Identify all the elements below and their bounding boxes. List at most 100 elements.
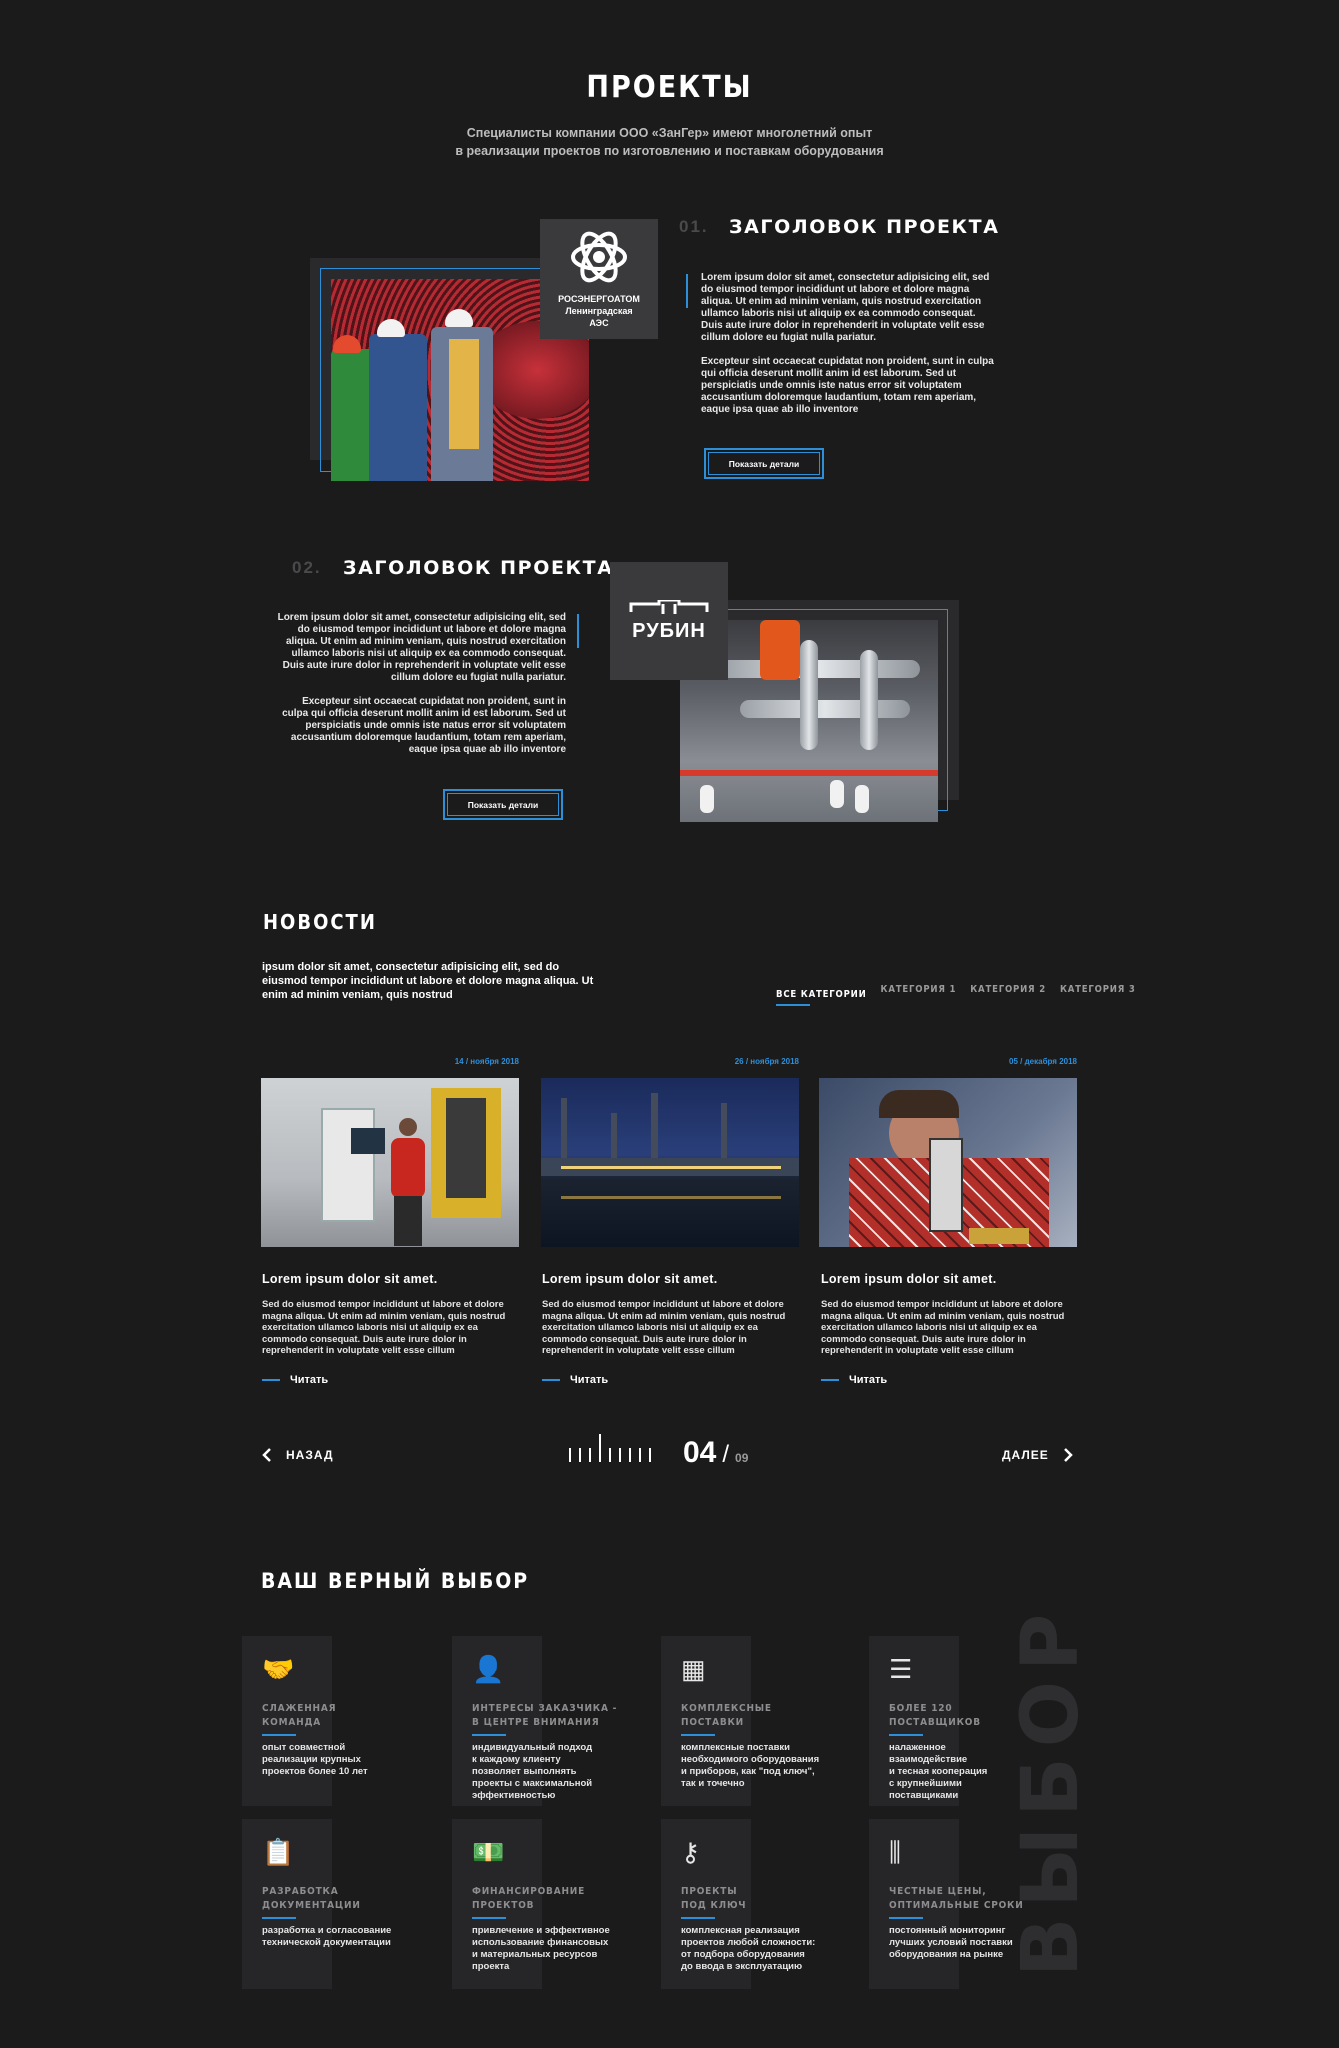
news-card-3-read-label: Читать [849,1374,888,1386]
project-2-description: Lorem ipsum dolor sit amet, consectetur … [274,612,566,768]
feature-description-line: разработка и согласование [262,1925,392,1936]
features-side-word: ВЫБОР [1006,1603,1096,1977]
feature-description-line: необходимого оборудования [681,1754,820,1765]
feature-accent-line [681,1734,715,1736]
projects-subtitle-line2: в реализации проектов по изготовлению и … [455,144,884,158]
feature-description-line: и тесная кооперация [889,1766,988,1777]
news-card-3-text: Sed do eiusmod tempor incididunt ut labo… [821,1299,1065,1356]
features-title: ВАШ ВЕРНЫЙ ВЫБОР [261,1569,530,1593]
feature-description-line: индивидуальный подход [472,1742,593,1753]
pager-prev-button[interactable]: НАЗАД [262,1447,334,1463]
feature-title-line1: ПРОЕКТЫ [681,1886,738,1897]
feature-description-line: проектов более 10 лет [262,1766,368,1777]
feature-title: ЧЕСТНЫЕ ЦЕНЫ, ОПТИМАЛЬНЫЕ СРОКИ [889,1885,1024,1913]
key-icon: ⚷ [681,1837,701,1867]
feature-description-line: постоянный мониторинг [889,1925,1006,1936]
feature-title: РАЗРАБОТКА ДОКУМЕНТАЦИИ [262,1885,361,1913]
feature-title-line2: ПОД КЛЮЧ [681,1900,747,1911]
tab-category-2[interactable]: КАТЕГОРИЯ 2 [970,984,1046,1002]
project-2-logo: РУБИН [610,562,728,680]
news-card-3-image[interactable] [819,1078,1077,1247]
feature-title: БОЛЕЕ 120 ПОСТАВЩИКОВ [889,1702,981,1730]
feature-title: КОМПЛЕКСНЫЕ ПОСТАВКИ [681,1702,772,1730]
feature-accent-line [262,1917,296,1919]
rubin-logo-icon [629,599,709,614]
project-2-para1: Lorem ipsum dolor sit amet, consectetur … [277,612,566,683]
feature-description: комплексные поставки необходимого оборудо… [681,1742,819,1790]
tab-category-3[interactable]: КАТЕГОРИЯ 3 [1060,984,1136,1002]
feature-description-line: поставщиками [889,1790,959,1801]
feature-accent-line [889,1734,923,1736]
news-card-3-read-link[interactable]: Читать [821,1374,887,1386]
news-card-1-image[interactable] [261,1078,519,1247]
feature-description-line: до ввода в эксплуатацию [681,1961,803,1972]
news-card-2-title[interactable]: Lorem ipsum dolor sit amet. [542,1272,718,1286]
tab-category-1[interactable]: КАТЕГОРИЯ 1 [881,984,957,1002]
projects-subtitle: Специалисты компании ООО «ЗанГер» имеют … [0,124,1339,160]
chevron-right-icon [1063,1448,1073,1462]
project-1-para2: Excepteur sint occaecat cupidatat non pr… [701,356,994,415]
pager-next-button[interactable]: ДАЛЕЕ [1002,1447,1073,1463]
feature-title-line1: БОЛЕЕ 120 [889,1703,953,1714]
feature-title: ПРОЕКТЫ ПОД КЛЮЧ [681,1885,746,1913]
feature-title-line1: РАЗРАБОТКА [262,1886,339,1897]
news-card-2-read-link[interactable]: Читать [542,1374,608,1386]
read-dash [262,1379,280,1381]
handshake-icon: 🤝 [262,1654,295,1684]
news-card-1-read-link[interactable]: Читать [262,1374,328,1386]
feature-description-line: проектов любой сложности: [681,1937,816,1948]
feature-title-line2: ДОКУМЕНТАЦИИ [262,1900,361,1911]
news-card-1-date: 14 / ноября 2018 [454,1057,519,1066]
feature-description-line: реализации крупных [262,1754,361,1765]
feature-accent-line [472,1734,506,1736]
tab-all-categories-label: ВСЕ КАТЕГОРИИ [776,989,867,1000]
project-1-title: ЗАГОЛОВОК ПРОЕКТА [729,216,1000,238]
feature-description-line: налаженное [889,1742,946,1753]
pager-current: 04 [683,1436,717,1469]
pager-ticks [569,1434,651,1462]
project-1-description: Lorem ipsum dolor sit amet, consectetur … [701,272,995,428]
project-2-accent-bar [577,614,579,648]
project-2-details-button[interactable]: Показать детали [442,788,564,821]
news-card-3-title[interactable]: Lorem ipsum dolor sit amet. [821,1272,997,1286]
feature-title-line1: ЧЕСТНЫЕ ЦЕНЫ, [889,1886,987,1897]
feature-title-line2: В ЦЕНТРЕ ВНИМАНИЯ [472,1717,600,1728]
feature-description-line: комплексные поставки [681,1742,791,1753]
project-2-number: 02. [292,558,322,577]
news-card-2-read-label: Читать [570,1374,609,1386]
database-icon: ☰ [889,1654,913,1684]
logo-text-line1: РОСЭНЕРГОАТОМ [558,294,640,304]
candlestick-chart-icon: ⫼ [889,1837,901,1867]
logo-text-line3: АЭС [589,318,609,328]
chevron-left-icon [262,1448,271,1462]
feature-description-line: лучших условий поставки [889,1937,1013,1948]
projects-title: ПРОЕКТЫ [586,70,753,105]
feature-description: опыт совместной реализации крупных проекто… [262,1742,368,1778]
feature-title: СЛАЖЕННАЯ КОМАНДА [262,1702,336,1730]
pager-counter: 04 / 09 [683,1436,748,1470]
news-card-1-title[interactable]: Lorem ipsum dolor sit amet. [262,1272,438,1286]
news-card-2-image[interactable] [541,1078,799,1247]
rubin-logo-text: РУБИН [632,619,706,642]
project-1-accent-bar [686,274,688,308]
feature-description: постоянный мониторинг лучших условий пост… [889,1925,1013,1961]
news-category-tabs: ВСЕ КАТЕГОРИИ КАТЕГОРИЯ 1 КАТЕГОРИЯ 2 КА… [776,984,1136,1006]
feature-title: ФИНАНСИРОВАНИЕ ПРОЕКТОВ [472,1885,585,1913]
feature-description-line: с крупнейшими [889,1778,962,1789]
document-icon: 📋 [262,1837,295,1867]
feature-description-line: взаимодействие [889,1754,968,1765]
pager-total: 09 [735,1451,749,1465]
news-lead: ipsum dolor sit amet, consectetur adipis… [262,961,594,1001]
feature-description-line: привлечение и эффективное [472,1925,610,1936]
feature-description-line: комплексная реализация [681,1925,800,1936]
project-1-details-button[interactable]: Показать детали [703,447,825,480]
feature-description-line: к каждому клиенту [472,1754,561,1765]
project-2-para2: Excepteur sint occaecat cupidatat non pr… [282,696,566,755]
feature-description: разработка и согласование технической док… [262,1925,391,1949]
tab-all-categories[interactable]: ВСЕ КАТЕГОРИИ [776,984,867,1006]
news-card-2-date: 26 / ноября 2018 [734,1057,799,1066]
news-title: НОВОСТИ [263,910,377,934]
feature-description-line: проекты с максимальной [472,1778,593,1789]
feature-description-line: использование финансовых [472,1937,609,1948]
feature-description: налаженное взаимодействие и тесная коопера… [889,1742,987,1802]
